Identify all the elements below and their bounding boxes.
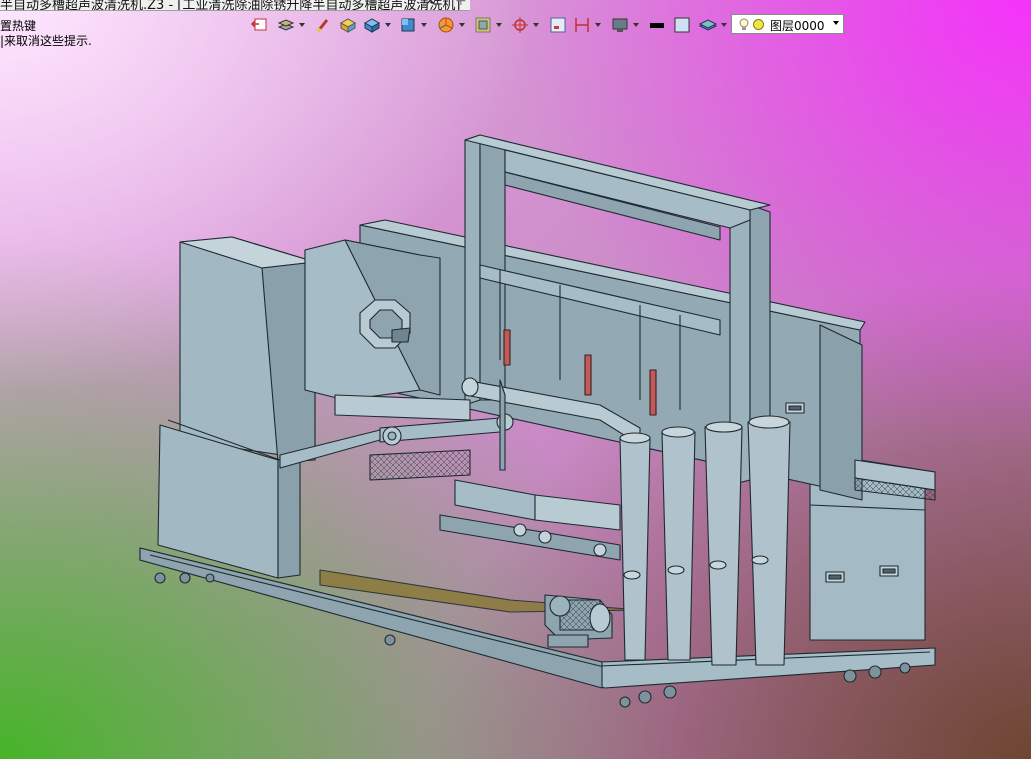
layer-manager-icon[interactable] — [698, 14, 718, 36]
document-tab-title[interactable]: 半自动多槽超声波清洗机.Z3 - [工业清洗除油除锈升降半自动多槽超声波清洗机] — [0, 0, 460, 10]
viewport-toolbar — [250, 14, 730, 36]
layers-stack-icon[interactable] — [276, 14, 296, 36]
render-icon[interactable] — [473, 14, 493, 36]
display-icon[interactable] — [610, 14, 630, 36]
new-tab-icon[interactable]: + — [455, 0, 467, 9]
chevron-down-icon[interactable] — [833, 21, 839, 25]
solid-box-icon[interactable] — [362, 14, 382, 36]
line-weight-icon[interactable] — [647, 14, 667, 36]
layer-color-icon — [753, 19, 764, 30]
close-tab-icon[interactable]: ✕ — [425, 0, 436, 9]
color-dropdown-arrow[interactable] — [459, 23, 465, 27]
render-dropdown-arrow[interactable] — [496, 23, 502, 27]
exit-icon[interactable] — [250, 14, 270, 36]
pivot-icon[interactable] — [510, 14, 530, 36]
shaded-box-icon[interactable] — [338, 14, 358, 36]
ultrasonic-cleaning-machine-model — [139, 134, 936, 708]
brush-icon[interactable] — [313, 14, 333, 36]
layers-dropdown-arrow[interactable] — [299, 23, 305, 27]
layer-name: 图层0000 — [770, 19, 825, 33]
hint-line-2: |来取消这些提示. — [0, 34, 92, 48]
view-dropdown-arrow[interactable] — [421, 23, 427, 27]
layer-manager-dropdown-arrow[interactable] — [721, 23, 727, 27]
pivot-dropdown-arrow[interactable] — [533, 23, 539, 27]
box-dropdown-arrow[interactable] — [385, 23, 391, 27]
layer-select[interactable]: 图层0000 — [731, 14, 844, 34]
transfer-shelf — [334, 394, 471, 421]
3d-viewport[interactable]: 半自动多槽超声波清洗机.Z3 - [工业清洗除油除锈升降半自动多槽超声波清洗机]… — [0, 0, 1031, 759]
lift-gantry-left-post — [464, 134, 481, 406]
frame-icon[interactable] — [548, 14, 568, 36]
color-wheel-icon[interactable] — [436, 14, 456, 36]
lightbulb-icon[interactable] — [738, 18, 750, 32]
wash-tank-1 — [454, 479, 536, 521]
display-dropdown-arrow[interactable] — [633, 23, 639, 27]
fill-color-icon[interactable] — [672, 14, 692, 36]
view-cube-icon[interactable] — [398, 14, 418, 36]
dimension-dropdown-arrow[interactable] — [595, 23, 601, 27]
document-tab[interactable]: 半自动多槽超声波清洗机.Z3 - [工业清洗除油除锈升降半自动多槽超声波清洗机]… — [0, 0, 470, 11]
dimension-icon[interactable] — [572, 14, 592, 36]
pump-motor — [544, 594, 613, 648]
